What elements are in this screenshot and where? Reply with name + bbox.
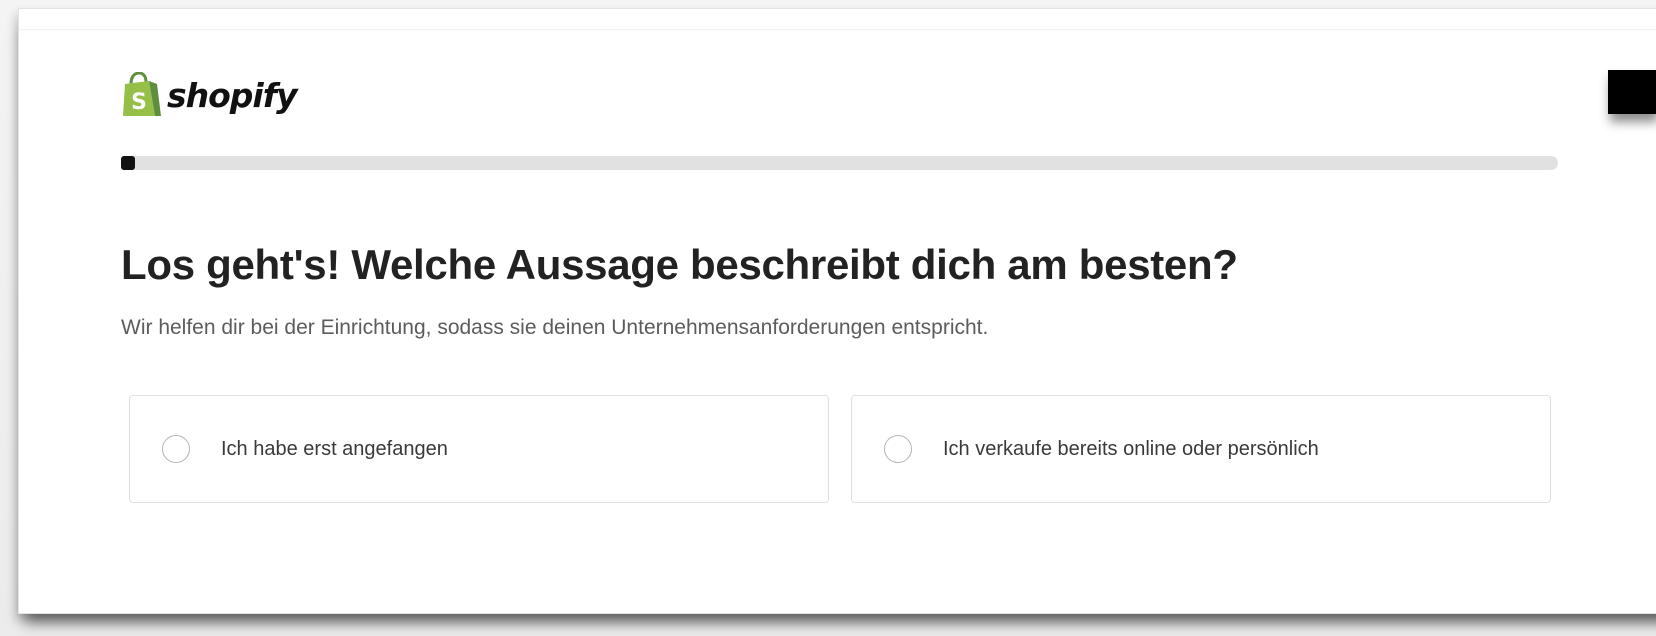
onboarding-window: S shopify Los geht's! Welche Aussage bes… [18, 8, 1656, 614]
option-already-selling[interactable]: Ich verkaufe bereits online oder persönl… [851, 395, 1551, 503]
onboarding-progress-bar [121, 156, 1558, 170]
radio-circle-icon[interactable] [162, 435, 190, 463]
page-title: Los geht's! Welche Aussage beschreibt di… [121, 241, 1238, 288]
svg-text:S: S [131, 90, 147, 115]
overlapping-black-panel [1608, 70, 1656, 114]
page-subtitle: Wir helfen dir bei der Einrichtung, soda… [121, 316, 989, 339]
screenshot-stage: S shopify Los geht's! Welche Aussage bes… [0, 0, 1656, 636]
progress-fill [121, 156, 136, 170]
radio-circle-icon[interactable] [884, 435, 912, 463]
shopify-logo: S shopify [121, 67, 298, 123]
shopify-bag-icon: S [123, 72, 161, 116]
option-just-started[interactable]: Ich habe erst angefangen [129, 395, 829, 503]
window-top-divider [19, 29, 1656, 30]
option-label: Ich verkaufe bereits online oder persönl… [943, 437, 1319, 460]
option-label: Ich habe erst angefangen [221, 437, 448, 460]
shopify-wordmark: shopify [167, 75, 298, 115]
